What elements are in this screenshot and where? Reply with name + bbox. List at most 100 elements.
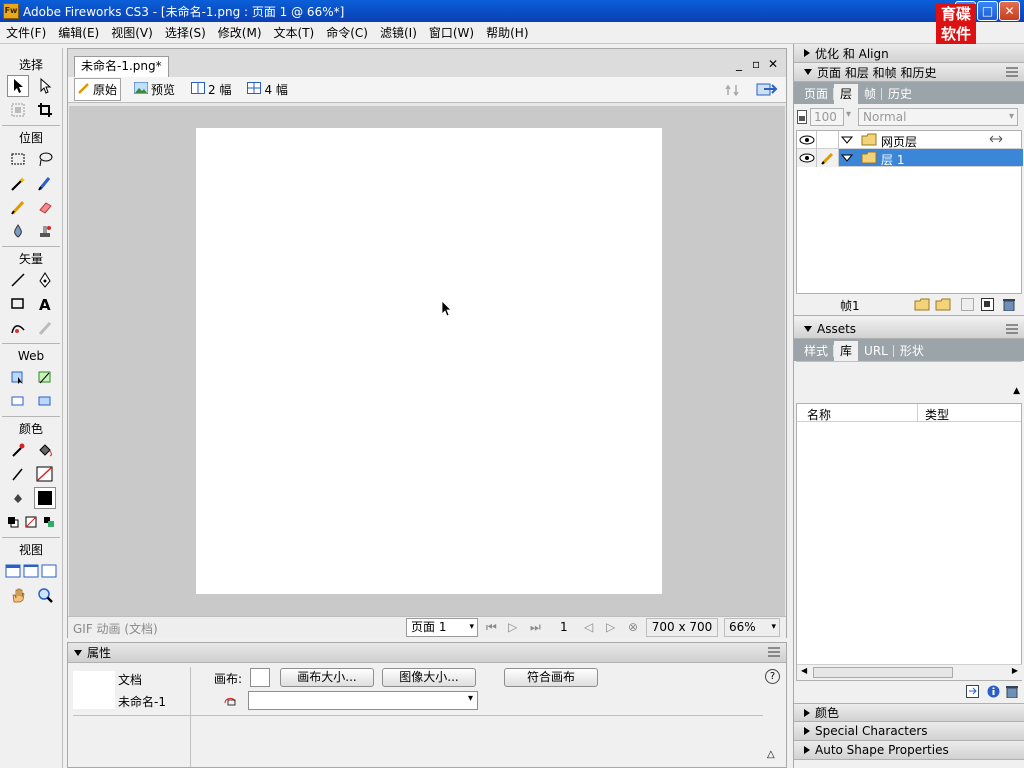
share-layer-icon[interactable] — [989, 133, 1003, 148]
optimize-align-header[interactable]: 优化 和 Align — [794, 44, 1024, 63]
delete-layer-icon[interactable] — [1003, 298, 1015, 314]
paint-bucket-tool-icon[interactable] — [34, 439, 56, 461]
doc-close-icon[interactable]: ✕ — [768, 57, 778, 71]
menu-file[interactable]: 文件(F) — [0, 24, 52, 41]
view-4up-button[interactable]: 4 幅 — [244, 79, 290, 100]
pages-layers-header[interactable]: 页面 和层 和帧 和历史 — [794, 63, 1024, 82]
brush-tool-icon[interactable] — [34, 172, 56, 194]
default-colors-icon[interactable] — [4, 511, 22, 533]
special-characters-header[interactable]: Special Characters — [794, 722, 1024, 741]
crop-tool-icon[interactable] — [34, 99, 56, 121]
tab-pages[interactable]: 页面 — [798, 84, 835, 104]
menu-select[interactable]: 选择(S) — [159, 24, 212, 41]
last-frame-icon[interactable]: ⏭ — [530, 620, 541, 635]
quick-export-disabled-icon[interactable] — [724, 81, 744, 102]
new-layer-icon[interactable] — [935, 298, 953, 314]
scroll-right-icon[interactable]: ▶ — [1012, 666, 1018, 675]
collapse-layer-icon[interactable] — [839, 131, 855, 149]
scroll-left-icon[interactable]: ◀ — [801, 666, 807, 675]
scroll-up-icon[interactable]: ▲ — [1013, 386, 1020, 396]
canvas-rotate-select[interactable]: ▾ — [248, 691, 478, 710]
tab-library[interactable]: 库 — [834, 341, 859, 361]
column-type[interactable]: 类型 — [925, 406, 949, 423]
hotspot-tool-icon[interactable] — [7, 366, 29, 388]
eyedropper-tool-icon[interactable] — [7, 439, 29, 461]
layer-row[interactable]: 网页层 — [797, 131, 1023, 149]
tab-url[interactable]: URL — [858, 341, 894, 361]
new-bitmap-icon[interactable] — [981, 298, 994, 314]
stop-icon[interactable]: ⊗ — [628, 620, 638, 634]
close-button[interactable]: ✕ — [999, 1, 1020, 21]
tab-history[interactable]: 历史 — [882, 84, 918, 104]
fit-canvas-button[interactable]: 符合画布 — [504, 668, 598, 687]
eraser-tool-icon[interactable] — [34, 196, 56, 218]
menu-filters[interactable]: 滤镜(I) — [374, 24, 423, 41]
zoom-select[interactable]: 66% ▾ — [724, 618, 780, 637]
menu-help[interactable]: 帮助(H) — [480, 24, 534, 41]
tab-shapes[interactable]: 形状 — [894, 341, 930, 361]
color-panel-header[interactable]: 颜色 — [794, 703, 1024, 722]
fill-swatch-icon[interactable] — [33, 487, 56, 509]
menu-commands[interactable]: 命令(C) — [320, 24, 374, 41]
properties-header[interactable]: 属性 — [68, 643, 786, 663]
edit-layer-pencil-icon[interactable] — [817, 149, 839, 167]
lasso-tool-icon[interactable] — [34, 148, 56, 170]
help-icon[interactable]: ? — [765, 669, 780, 684]
view-2up-button[interactable]: 2 幅 — [188, 79, 234, 100]
auto-shape-properties-header[interactable]: Auto Shape Properties — [794, 741, 1024, 760]
canvas-color-swatch[interactable] — [250, 668, 270, 687]
canvas-size-button[interactable]: 画布大小... — [280, 668, 374, 687]
pen-tool-icon[interactable] — [34, 269, 56, 291]
pointer-tool-icon[interactable] — [6, 75, 29, 97]
full-screen-menu-mode-icon[interactable] — [22, 560, 40, 582]
marquee-tool-icon[interactable] — [7, 148, 29, 170]
menu-text[interactable]: 文本(T) — [268, 24, 321, 41]
menu-view[interactable]: 视图(V) — [105, 24, 159, 41]
opacity-field[interactable]: 100 — [810, 108, 844, 126]
symbol-info-icon[interactable] — [987, 685, 1000, 701]
eye-icon[interactable] — [797, 131, 817, 149]
layer-row[interactable]: 层 1 — [797, 149, 1023, 167]
line-tool-icon[interactable] — [7, 269, 29, 291]
full-screen-mode-icon[interactable] — [40, 560, 58, 582]
stroke-swatch-icon[interactable] — [34, 463, 56, 485]
menu-edit[interactable]: 编辑(E) — [52, 24, 105, 41]
subselect-tool-icon[interactable] — [34, 75, 56, 97]
view-original-button[interactable]: 原始 — [74, 78, 122, 101]
tab-layers[interactable]: 层 — [834, 84, 859, 104]
eye-icon[interactable] — [797, 149, 817, 167]
maximize-button[interactable]: □ — [977, 1, 998, 21]
panel-options-icon[interactable] — [1006, 67, 1018, 77]
magic-wand-tool-icon[interactable] — [7, 172, 29, 194]
hand-tool-icon[interactable] — [7, 584, 29, 606]
image-size-button[interactable]: 图像大小... — [382, 668, 476, 687]
scrollbar-thumb[interactable] — [813, 667, 953, 678]
expand-properties-icon[interactable]: △ — [767, 749, 775, 760]
edit-layer-cell[interactable] — [817, 131, 839, 149]
document-canvas[interactable] — [196, 128, 662, 594]
document-tab[interactable]: 未命名-1.png* — [74, 56, 169, 77]
no-stroke-fill-icon[interactable] — [22, 511, 40, 533]
blur-tool-icon[interactable] — [7, 220, 29, 242]
fill-color-icon[interactable] — [7, 487, 29, 509]
assets-header[interactable]: Assets — [794, 320, 1024, 339]
panel-options-icon[interactable] — [1006, 324, 1018, 334]
prev-frame-icon[interactable]: ◁ — [584, 620, 593, 634]
next-frame-icon[interactable]: ▷ — [606, 620, 615, 634]
stroke-color-icon[interactable] — [7, 463, 29, 485]
view-preview-button[interactable]: 预览 — [131, 79, 178, 100]
quick-export-icon[interactable] — [756, 80, 780, 101]
import-symbol-icon[interactable] — [966, 685, 979, 701]
knife-tool-icon[interactable] — [34, 317, 56, 339]
new-sublayer-icon[interactable] — [914, 298, 932, 314]
menu-modify[interactable]: 修改(M) — [212, 24, 268, 41]
horizontal-scrollbar[interactable]: ◀ ▶ — [797, 664, 1022, 680]
panel-options-icon[interactable] — [768, 647, 780, 657]
play-icon[interactable]: ▷ — [508, 620, 517, 634]
rubber-stamp-tool-icon[interactable] — [34, 220, 56, 242]
doc-restore-icon[interactable]: ▫ — [752, 57, 760, 71]
pencil-tool-icon[interactable] — [7, 196, 29, 218]
canvas-dimensions[interactable]: 700 x 700 — [646, 618, 718, 637]
doc-minimize-icon[interactable]: _ — [736, 57, 742, 71]
zoom-tool-icon[interactable] — [34, 584, 56, 606]
